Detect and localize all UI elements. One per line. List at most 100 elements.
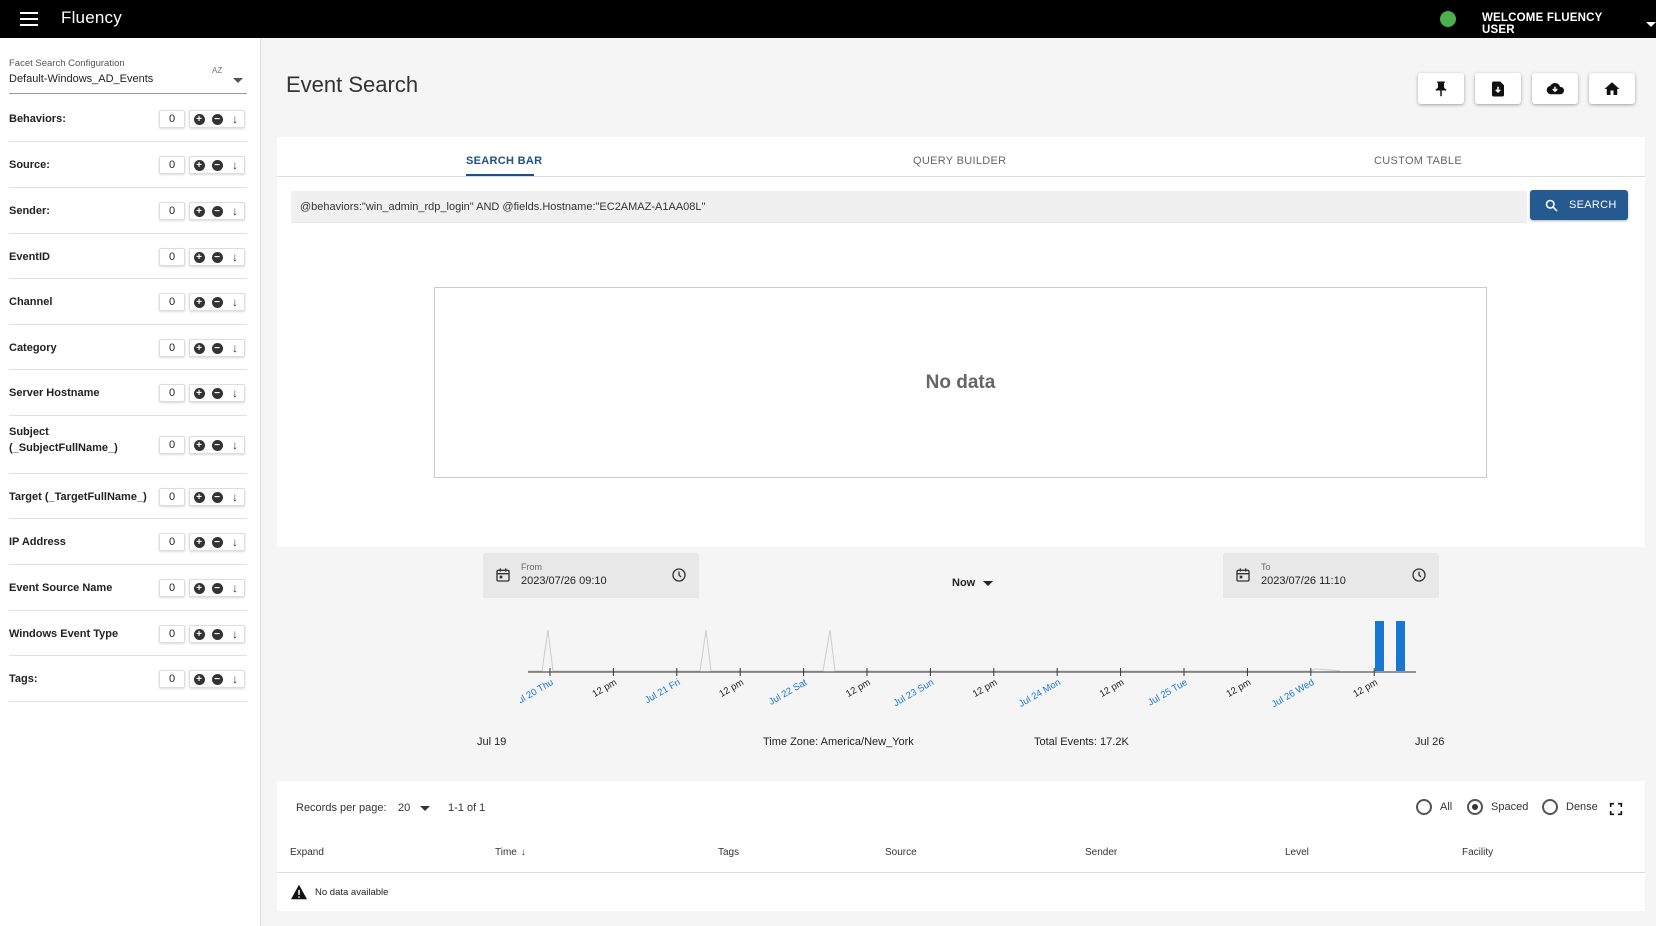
facet-expand-button[interactable]: ↓	[226, 249, 244, 265]
facet-count[interactable]: 0	[159, 202, 185, 220]
column-header-facility[interactable]: Facility	[1462, 847, 1493, 858]
facet-count[interactable]: 0	[159, 248, 185, 266]
tab-search-bar[interactable]: SEARCH BAR	[466, 155, 542, 167]
facet-count[interactable]: 0	[159, 579, 185, 597]
tab-query-builder[interactable]: QUERY BUILDER	[913, 155, 1006, 167]
facet-include-button[interactable]: +	[190, 534, 208, 550]
facet-label-text: Tags:	[9, 673, 38, 685]
facet-row: Tags: 0 + − ↓	[9, 656, 247, 702]
facet-exclude-button[interactable]: −	[208, 626, 226, 642]
to-date-field[interactable]: To 2023/07/26 11:10	[1223, 553, 1439, 598]
facet-exclude-button[interactable]: −	[208, 249, 226, 265]
home-button[interactable]	[1589, 73, 1635, 104]
facet-count[interactable]: 0	[159, 533, 185, 551]
minus-circle-icon: −	[211, 159, 223, 171]
timeline-bar[interactable]	[1375, 621, 1384, 671]
facet-expand-button[interactable]: ↓	[226, 489, 244, 505]
facet-count[interactable]: 0	[159, 384, 185, 402]
search-button[interactable]: SEARCH	[1530, 190, 1628, 220]
facet-row: Event Source Name 0 + − ↓	[9, 565, 247, 611]
radio-selected-icon	[1467, 799, 1483, 815]
facet-expand-button[interactable]: ↓	[226, 203, 244, 219]
facet-include-button[interactable]: +	[190, 385, 208, 401]
facet-exclude-button[interactable]: −	[208, 580, 226, 596]
facet-expand-button[interactable]: ↓	[226, 626, 244, 642]
facet-count[interactable]: 0	[159, 488, 185, 506]
records-per-page-select[interactable]: 20	[398, 802, 431, 814]
menu-icon[interactable]	[20, 12, 38, 26]
facet-include-button[interactable]: +	[190, 580, 208, 596]
pin-button[interactable]	[1418, 73, 1464, 104]
column-header-level[interactable]: Level	[1285, 847, 1309, 858]
search-input[interactable]: @behaviors:"win_admin_rdp_login" AND @fi…	[291, 191, 1527, 223]
facet-exclude-button[interactable]: −	[208, 203, 226, 219]
facet-include-button[interactable]: +	[190, 157, 208, 173]
view-option-all[interactable]: All	[1416, 799, 1452, 815]
timeline-end-label: Jul 26	[1415, 736, 1445, 748]
facet-include-button[interactable]: +	[190, 340, 208, 356]
facet-exclude-button[interactable]: −	[208, 489, 226, 505]
facet-count[interactable]: 0	[159, 436, 185, 454]
facet-count[interactable]: 0	[159, 110, 185, 128]
facet-expand-button[interactable]: ↓	[226, 111, 244, 127]
facet-count[interactable]: 0	[159, 339, 185, 357]
facet-include-button[interactable]: +	[190, 626, 208, 642]
clock-icon[interactable]	[671, 567, 687, 583]
facet-expand-button[interactable]: ↓	[226, 157, 244, 173]
from-date-field[interactable]: From 2023/07/26 09:10	[483, 553, 699, 598]
chevron-down-icon	[1646, 21, 1656, 27]
top-app-bar: Fluency WELCOME FLUENCY USER	[0, 0, 1656, 38]
facet-expand-button[interactable]: ↓	[226, 671, 244, 687]
facet-controls: 0 + − ↓	[159, 202, 245, 220]
minus-circle-icon: −	[211, 628, 223, 640]
view-option-dense[interactable]: Dense	[1542, 799, 1598, 815]
column-header-expand[interactable]: Expand	[290, 847, 324, 858]
cloud-download-button[interactable]	[1532, 73, 1578, 104]
facet-include-button[interactable]: +	[190, 437, 208, 453]
user-menu[interactable]: WELCOME FLUENCY USER	[1482, 12, 1656, 36]
facet-expand-button[interactable]: ↓	[226, 385, 244, 401]
column-header-tags[interactable]: Tags	[718, 847, 739, 858]
facet-include-button[interactable]: +	[190, 294, 208, 310]
facet-include-button[interactable]: +	[190, 489, 208, 505]
tab-custom-table[interactable]: CUSTOM TABLE	[1374, 155, 1462, 167]
download-file-button[interactable]	[1475, 73, 1521, 104]
view-option-spaced[interactable]: Spaced	[1467, 799, 1528, 815]
facet-exclude-button[interactable]: −	[208, 437, 226, 453]
time-preset-select[interactable]: Now	[952, 577, 994, 589]
facet-include-button[interactable]: +	[190, 671, 208, 687]
fullscreen-icon[interactable]	[1608, 801, 1624, 817]
facet-exclude-button[interactable]: −	[208, 111, 226, 127]
clock-icon[interactable]	[1411, 567, 1427, 583]
facet-expand-button[interactable]: ↓	[226, 340, 244, 356]
facet-exclude-button[interactable]: −	[208, 294, 226, 310]
column-header-time[interactable]: Time ↓	[495, 847, 526, 858]
column-header-source[interactable]: Source	[885, 847, 917, 858]
facet-exclude-button[interactable]: −	[208, 340, 226, 356]
column-header-sender[interactable]: Sender	[1085, 847, 1117, 858]
facet-expand-button[interactable]: ↓	[226, 294, 244, 310]
pin-icon	[1435, 81, 1447, 96]
facet-expand-button[interactable]: ↓	[226, 534, 244, 550]
facet-exclude-button[interactable]: −	[208, 671, 226, 687]
facet-exclude-button[interactable]: −	[208, 534, 226, 550]
facet-exclude-button[interactable]: −	[208, 157, 226, 173]
chevron-down-icon[interactable]	[233, 70, 243, 88]
facet-count[interactable]: 0	[159, 670, 185, 688]
sort-az-icon[interactable]: AZ	[212, 66, 222, 75]
facet-count[interactable]: 0	[159, 625, 185, 643]
facet-exclude-button[interactable]: −	[208, 385, 226, 401]
facet-expand-button[interactable]: ↓	[226, 580, 244, 596]
timeline-bar[interactable]	[1396, 621, 1405, 671]
event-timeline[interactable]: Jul 20 Thu 12 pm Jul 21 Fri 12 pm Jul 22 Sat…	[520, 612, 1420, 717]
plus-circle-icon: +	[193, 205, 205, 217]
facet-config-select[interactable]: Facet Search Configuration Default-Windo…	[9, 58, 247, 94]
facet-include-button[interactable]: +	[190, 249, 208, 265]
facet-include-button[interactable]: +	[190, 203, 208, 219]
facet-expand-button[interactable]: ↓	[226, 437, 244, 453]
facet-count[interactable]: 0	[159, 293, 185, 311]
timeline-tick-label: Jul 21 Fri	[643, 677, 682, 706]
search-panel: SEARCH BAR QUERY BUILDER CUSTOM TABLE @b…	[277, 137, 1645, 547]
facet-include-button[interactable]: +	[190, 111, 208, 127]
facet-count[interactable]: 0	[159, 156, 185, 174]
